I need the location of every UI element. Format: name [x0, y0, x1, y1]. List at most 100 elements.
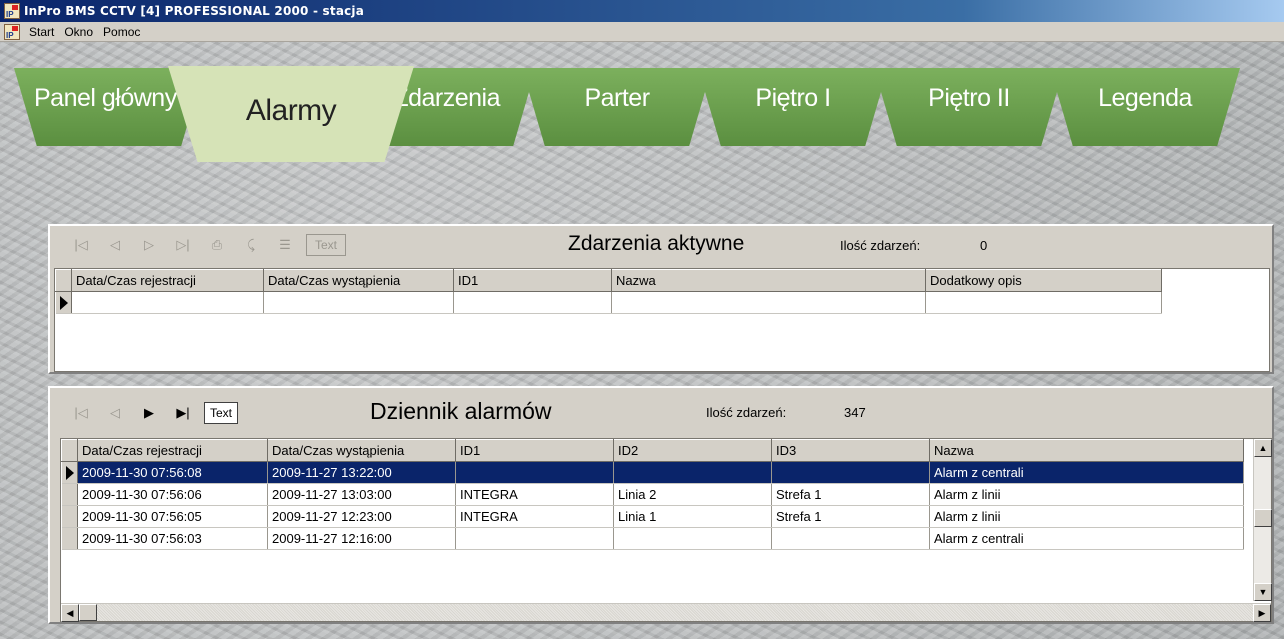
current-row-icon	[65, 465, 74, 480]
print-icon[interactable]: ⎙	[200, 233, 234, 257]
table-cell[interactable]: 2009-11-30 07:56:06	[77, 483, 268, 506]
alarm-log-grid[interactable]: Data/Czas rejestracji Data/Czas wystąpie…	[60, 438, 1272, 622]
row-indicator	[61, 461, 78, 484]
active-events-panel: |◁ ◁ ▷ ▷| ⎙ ⤹ ☰ Text Zdarzenia aktywne I…	[48, 224, 1274, 374]
system-menu-icon[interactable]: IP	[4, 23, 20, 40]
table-cell[interactable]: INTEGRA	[455, 505, 614, 528]
menu-start[interactable]: Start	[24, 25, 59, 39]
text-button[interactable]: Text	[204, 402, 238, 424]
table-cell[interactable]: 2009-11-30 07:56:05	[77, 505, 268, 528]
first-record-icon[interactable]: |◁	[64, 233, 98, 257]
last-record-icon[interactable]: ▶|	[166, 401, 200, 425]
prior-record-icon[interactable]: ◁	[98, 233, 132, 257]
active-events-grid[interactable]: Data/Czas rejestracji Data/Czas wystąpie…	[54, 268, 1270, 372]
table-cell[interactable]: 2009-11-27 13:03:00	[267, 483, 456, 506]
tab-legenda[interactable]: Legenda	[1050, 68, 1240, 146]
table-cell[interactable]	[455, 527, 614, 550]
first-record-icon[interactable]: |◁	[64, 401, 98, 425]
column-header[interactable]: Data/Czas rejestracji	[71, 269, 264, 292]
scroll-right-icon[interactable]: ▶	[1253, 604, 1271, 622]
tab-label: Alarmy	[245, 94, 337, 127]
column-header[interactable]: Data/Czas wystąpienia	[267, 439, 456, 462]
table-cell[interactable]	[455, 461, 614, 484]
table-cell[interactable]	[613, 527, 772, 550]
next-record-icon[interactable]: ▷	[132, 233, 166, 257]
table-cell[interactable]	[925, 291, 1162, 314]
row-indicator	[61, 483, 78, 506]
column-header[interactable]: Data/Czas rejestracji	[77, 439, 268, 462]
alarm-log-panel: |◁ ◁ ▶ ▶| Text Dziennik alarmów Ilość zd…	[48, 386, 1274, 624]
alarm-log-navigator: |◁ ◁ ▶ ▶| Text	[64, 398, 238, 428]
scroll-up-icon[interactable]: ▲	[1254, 439, 1272, 457]
acknowledge-icon[interactable]: ⤹	[234, 233, 268, 257]
table-row[interactable]: 2009-11-30 07:56:05 2009-11-27 12:23:00 IN…	[61, 505, 1244, 528]
menu-okno[interactable]: Okno	[59, 25, 98, 39]
row-indicator-header	[61, 439, 78, 462]
horizontal-scroll-thumb[interactable]	[79, 604, 97, 621]
tab-label: Zdarzenia	[393, 84, 500, 112]
text-button[interactable]: Text	[306, 234, 346, 256]
column-header[interactable]: ID1	[455, 439, 614, 462]
table-row[interactable]: 2009-11-30 07:56:03 2009-11-27 12:16:00 Al…	[61, 527, 1244, 550]
table-cell[interactable]: 2009-11-30 07:56:08	[77, 461, 268, 484]
table-row[interactable]: 2009-11-30 07:56:08 2009-11-27 13:22:00 Al…	[61, 461, 1244, 484]
column-header[interactable]: Nazwa	[611, 269, 926, 292]
scroll-left-icon[interactable]: ◀	[61, 604, 79, 622]
table-cell[interactable]	[263, 291, 454, 314]
table-cell[interactable]: Alarm z centrali	[929, 527, 1244, 550]
table-cell[interactable]: 2009-11-30 07:56:03	[77, 527, 268, 550]
app-icon: IP	[4, 3, 20, 19]
row-indicator-header	[55, 269, 72, 292]
scroll-down-icon[interactable]: ▼	[1254, 583, 1272, 601]
table-cell[interactable]: Alarm z linii	[929, 505, 1244, 528]
menu-pomoc[interactable]: Pomoc	[98, 25, 145, 39]
table-cell[interactable]: 2009-11-27 12:23:00	[267, 505, 456, 528]
table-cell[interactable]	[771, 461, 930, 484]
table-cell[interactable]: Linia 2	[613, 483, 772, 506]
table-cell[interactable]	[771, 527, 930, 550]
details-icon[interactable]: ☰	[268, 233, 302, 257]
column-header[interactable]: Nazwa	[929, 439, 1244, 462]
table-header: Data/Czas rejestracji Data/Czas wystąpie…	[61, 439, 1244, 462]
active-events-count-label: Ilość zdarzeń:	[840, 238, 921, 253]
table-cell[interactable]	[611, 291, 926, 314]
table-cell[interactable]	[613, 461, 772, 484]
table-cell[interactable]: 2009-11-27 12:16:00	[267, 527, 456, 550]
prior-record-icon[interactable]: ◁	[98, 401, 132, 425]
next-record-icon[interactable]: ▶	[132, 401, 166, 425]
vertical-scrollbar[interactable]: ▲ ▼	[1253, 439, 1272, 601]
table-cell[interactable]: Strefa 1	[771, 483, 930, 506]
row-indicator	[61, 505, 78, 528]
table-cell[interactable]: Linia 1	[613, 505, 772, 528]
tab-alarmy[interactable]: Alarmy	[168, 66, 414, 162]
active-events-table: Data/Czas rejestracji Data/Czas wystąpie…	[55, 269, 1162, 314]
tab-pietro-2[interactable]: Piętro II	[874, 68, 1064, 146]
tab-pietro-1[interactable]: Piętro I	[698, 68, 888, 146]
table-cell[interactable]: Alarm z linii	[929, 483, 1244, 506]
column-header[interactable]: ID2	[613, 439, 772, 462]
last-record-icon[interactable]: ▷|	[166, 233, 200, 257]
alarm-log-title: Dziennik alarmów	[370, 398, 552, 424]
row-indicator	[61, 527, 78, 550]
table-cell[interactable]	[453, 291, 612, 314]
table-cell[interactable]	[71, 291, 264, 314]
horizontal-scrollbar[interactable]: ◀ ▶	[61, 603, 1271, 622]
tab-parter[interactable]: Parter	[522, 68, 712, 146]
table-cell[interactable]: INTEGRA	[455, 483, 614, 506]
vertical-scroll-thumb[interactable]	[1254, 509, 1272, 527]
table-cell[interactable]: 2009-11-27 13:22:00	[267, 461, 456, 484]
table-header: Data/Czas rejestracji Data/Czas wystąpie…	[55, 269, 1162, 292]
table-cell[interactable]: Strefa 1	[771, 505, 930, 528]
window-title: InPro BMS CCTV [4] PROFESSIONAL 2000 - s…	[24, 4, 365, 18]
column-header[interactable]: ID1	[453, 269, 612, 292]
table-row[interactable]	[55, 291, 1162, 314]
table-row[interactable]: 2009-11-30 07:56:06 2009-11-27 13:03:00 IN…	[61, 483, 1244, 506]
column-header[interactable]: Dodatkowy opis	[925, 269, 1162, 292]
column-header[interactable]: ID3	[771, 439, 930, 462]
column-header[interactable]: Data/Czas wystąpienia	[263, 269, 454, 292]
tab-label: Legenda	[1098, 84, 1192, 112]
current-row-icon	[59, 295, 68, 310]
active-events-navigator: |◁ ◁ ▷ ▷| ⎙ ⤹ ☰ Text	[64, 230, 346, 260]
table-cell[interactable]: Alarm z centrali	[929, 461, 1244, 484]
tab-label: Piętro II	[928, 84, 1010, 112]
